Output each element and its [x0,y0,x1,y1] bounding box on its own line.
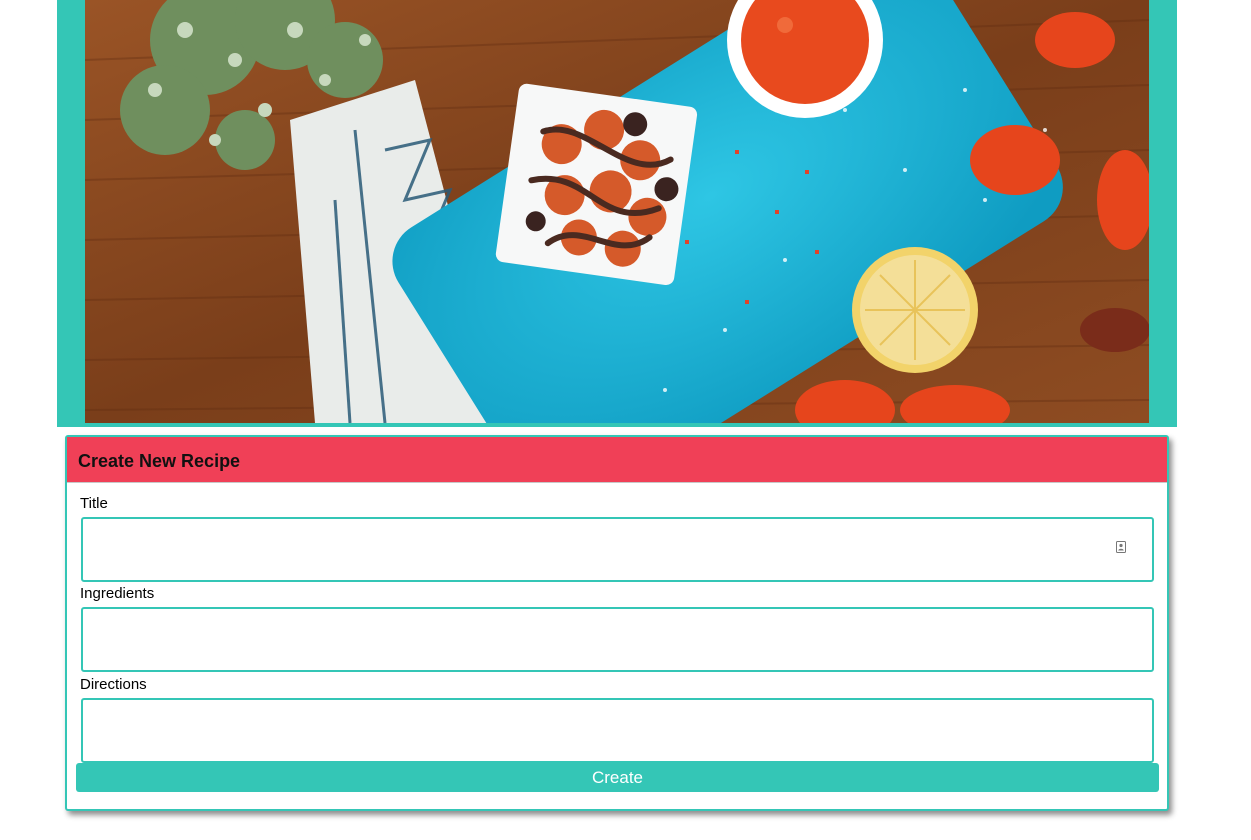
create-recipe-form: Create New Recipe Title Ingredients Dire… [65,435,1169,811]
ingredients-input[interactable] [81,607,1154,672]
hero-banner [57,0,1177,427]
form-title: Create New Recipe [78,451,241,471]
ingredients-label: Ingredients [80,585,155,602]
autofill-contact-icon[interactable] [1116,540,1126,553]
create-button[interactable]: Create [76,763,1159,792]
title-label: Title [80,495,108,512]
form-header: Create New Recipe [67,437,1167,483]
title-input[interactable] [81,517,1154,582]
hero-image [85,0,1149,423]
directions-label: Directions [80,676,147,693]
directions-input[interactable] [81,698,1154,763]
